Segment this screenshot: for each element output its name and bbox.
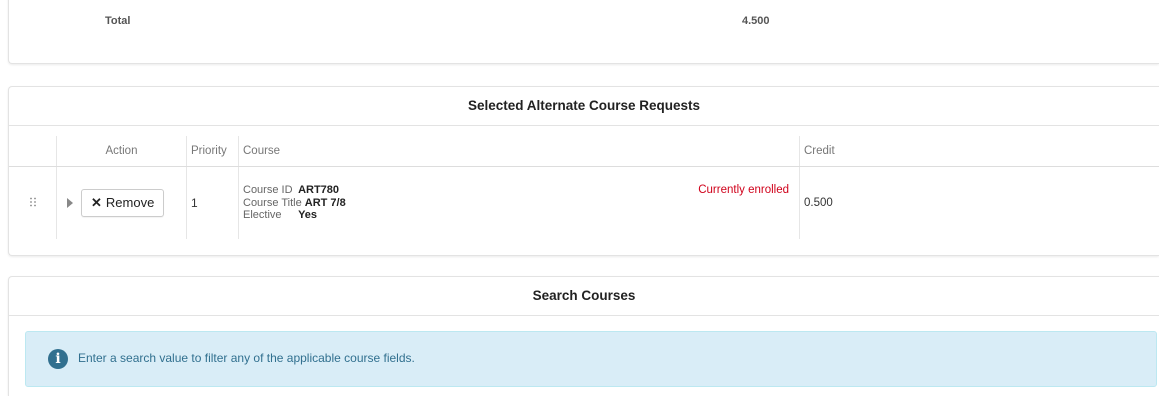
course-details: Course ID ART780 Course Title ART 7/8 El… [243,184,795,222]
drag-handle-icon[interactable] [9,167,57,240]
course-id-value: ART780 [298,184,339,196]
total-panel: Total 4.500 [8,0,1159,64]
expand-triangle-icon[interactable] [67,198,73,208]
alternate-requests-table: Action Priority Course Credit ✕ Remove [9,136,1159,239]
priority-cell: 1 [187,167,239,240]
info-alert: i Enter a search value to filter any of … [25,331,1157,387]
info-text: Enter a search value to filter any of th… [78,351,415,365]
course-title-value: ART 7/8 [305,197,346,209]
total-row: Total 4.500 [9,15,1159,35]
handle-column-header [9,136,57,167]
total-label: Total [105,15,130,27]
remove-button[interactable]: ✕ Remove [81,189,164,217]
total-value: 4.500 [742,15,770,27]
action-cell: ✕ Remove [57,167,187,240]
elective-line: Elective Yes [243,209,795,222]
elective-label: Elective [243,209,295,222]
search-courses-panel: Search Courses i Enter a search value to… [8,276,1159,396]
info-circle-icon: i [48,349,68,369]
course-cell: Course ID ART780 Course Title ART 7/8 El… [239,167,800,240]
credit-column-header: Credit [800,136,1159,167]
credit-cell: 0.500 [800,167,1159,240]
table-header-row: Action Priority Course Credit [9,136,1159,167]
alternate-requests-title: Selected Alternate Course Requests [9,87,1159,126]
elective-value: Yes [298,209,317,221]
priority-column-header: Priority [187,136,239,167]
action-column-header: Action [57,136,187,167]
status-badge: Currently enrolled [698,184,789,197]
times-icon: ✕ [91,195,102,210]
course-title-label: Course Title [243,197,302,210]
alternate-requests-panel: Selected Alternate Course Requests Actio… [8,86,1159,256]
course-title-line: Course Title ART 7/8 [243,197,795,210]
course-column-header: Course [239,136,800,167]
course-id-label: Course ID [243,184,295,197]
remove-button-label: Remove [106,195,154,210]
table-row: ✕ Remove 1 Course ID ART780 Course Title … [9,167,1159,240]
search-courses-title: Search Courses [9,277,1159,316]
